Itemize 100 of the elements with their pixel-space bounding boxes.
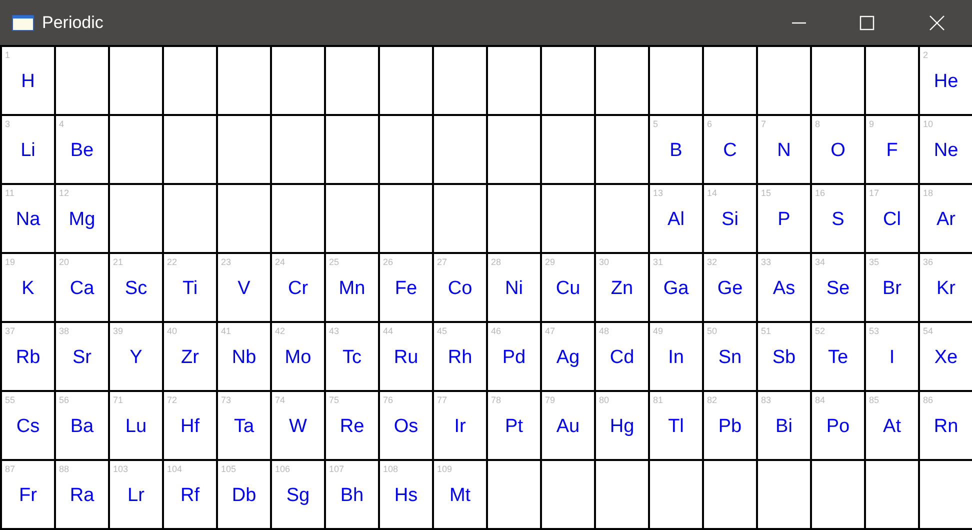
atomic-number: 30: [599, 257, 610, 267]
element-symbol: W: [289, 416, 307, 438]
atomic-number: 9: [869, 119, 874, 129]
element-symbol: Sr: [72, 347, 92, 369]
empty-cell: [650, 461, 702, 528]
element-symbol: Sn: [718, 347, 742, 369]
element-symbol: Fr: [19, 485, 37, 507]
empty-cell: [812, 461, 864, 528]
empty-cell: [488, 185, 540, 252]
atomic-number: 74: [275, 395, 286, 405]
atomic-number: 79: [545, 395, 556, 405]
atomic-number: 44: [383, 326, 394, 336]
empty-cell: [704, 47, 756, 114]
atomic-number: 11: [5, 188, 14, 198]
atomic-number: 49: [653, 326, 664, 336]
empty-cell: [488, 116, 540, 183]
empty-cell: [326, 185, 378, 252]
empty-cell: [380, 185, 432, 252]
atomic-number: 43: [329, 326, 340, 336]
atomic-number: 55: [5, 395, 16, 405]
empty-cell: [812, 47, 864, 114]
empty-cell: [488, 461, 540, 528]
atomic-number: 32: [707, 257, 718, 267]
atomic-number: 109: [437, 464, 452, 474]
atomic-number: 8: [815, 119, 820, 129]
atomic-number: 56: [59, 395, 70, 405]
atomic-number: 46: [491, 326, 502, 336]
element-symbol: At: [883, 416, 901, 438]
empty-cell: [218, 185, 270, 252]
atomic-number: 36: [923, 257, 934, 267]
element-symbol: Mo: [284, 347, 312, 369]
element-symbol: I: [889, 347, 895, 369]
atomic-number: 27: [437, 257, 448, 267]
element-symbol: Rb: [16, 347, 40, 369]
atomic-number: 5: [653, 119, 658, 129]
element-symbol: Lr: [128, 485, 144, 507]
element-symbol: S: [832, 209, 844, 231]
element-symbol: Hs: [394, 485, 418, 507]
atomic-number: 86: [923, 395, 934, 405]
empty-cell: [380, 116, 432, 183]
atomic-number: 18: [923, 188, 934, 198]
element-symbol: Si: [722, 209, 738, 231]
element-symbol: Os: [394, 416, 418, 438]
atomic-number: 75: [329, 395, 340, 405]
atomic-number: 26: [383, 257, 394, 267]
empty-cell: [218, 116, 270, 183]
element-symbol: Al: [668, 209, 684, 231]
atomic-number: 53: [869, 326, 880, 336]
element-symbol: Ge: [717, 278, 743, 300]
empty-cell: [272, 116, 324, 183]
empty-cell: [380, 47, 432, 114]
element-symbol: B: [670, 140, 682, 162]
atomic-number: 31: [653, 257, 664, 267]
atomic-number: 108: [383, 464, 398, 474]
empty-cell: [272, 185, 324, 252]
element-symbol: Ir: [454, 416, 466, 438]
empty-cell: [650, 47, 702, 114]
element-symbol: O: [830, 140, 846, 162]
element-symbol: C: [723, 140, 737, 162]
atomic-number: 29: [545, 257, 556, 267]
element-symbol: Br: [882, 278, 902, 300]
atomic-number: 28: [491, 257, 502, 267]
atomic-number: 6: [707, 119, 712, 129]
atomic-number: 48: [599, 326, 610, 336]
element-symbol: He: [934, 71, 958, 93]
atomic-number: 2: [923, 50, 928, 60]
element-symbol: Li: [20, 140, 36, 162]
element-symbol: Zn: [610, 278, 634, 300]
empty-cell: [758, 47, 810, 114]
atomic-number: 23: [221, 257, 232, 267]
atomic-number: 71: [113, 395, 124, 405]
atomic-number: 40: [167, 326, 178, 336]
atomic-number: 3: [5, 119, 10, 129]
empty-cell: [596, 461, 648, 528]
element-symbol: Ti: [182, 278, 198, 300]
minimize-icon: [792, 22, 806, 24]
window-icon: [12, 14, 34, 30]
element-symbol: Te: [828, 347, 848, 369]
atomic-number: 24: [275, 257, 286, 267]
empty-cell: [866, 461, 918, 528]
atomic-number: 84: [815, 395, 826, 405]
atomic-number: 83: [761, 395, 772, 405]
element-symbol: Sc: [124, 278, 148, 300]
empty-cell: [164, 47, 216, 114]
atomic-number: 37: [5, 326, 16, 336]
empty-cell: [542, 116, 594, 183]
element-symbol: Y: [130, 347, 142, 369]
atomic-number: 38: [59, 326, 70, 336]
empty-cell: [758, 461, 810, 528]
atomic-number: 4: [59, 119, 64, 129]
element-symbol: Cd: [610, 347, 634, 369]
atomic-number: 12: [59, 188, 70, 198]
empty-cell: [164, 116, 216, 183]
empty-cell: [110, 47, 162, 114]
atomic-number: 15: [761, 188, 772, 198]
element-symbol: Mg: [68, 209, 96, 231]
maximize-icon: [859, 14, 875, 30]
atomic-number: 7: [761, 119, 766, 129]
atomic-number: 39: [113, 326, 124, 336]
empty-cell: [488, 47, 540, 114]
